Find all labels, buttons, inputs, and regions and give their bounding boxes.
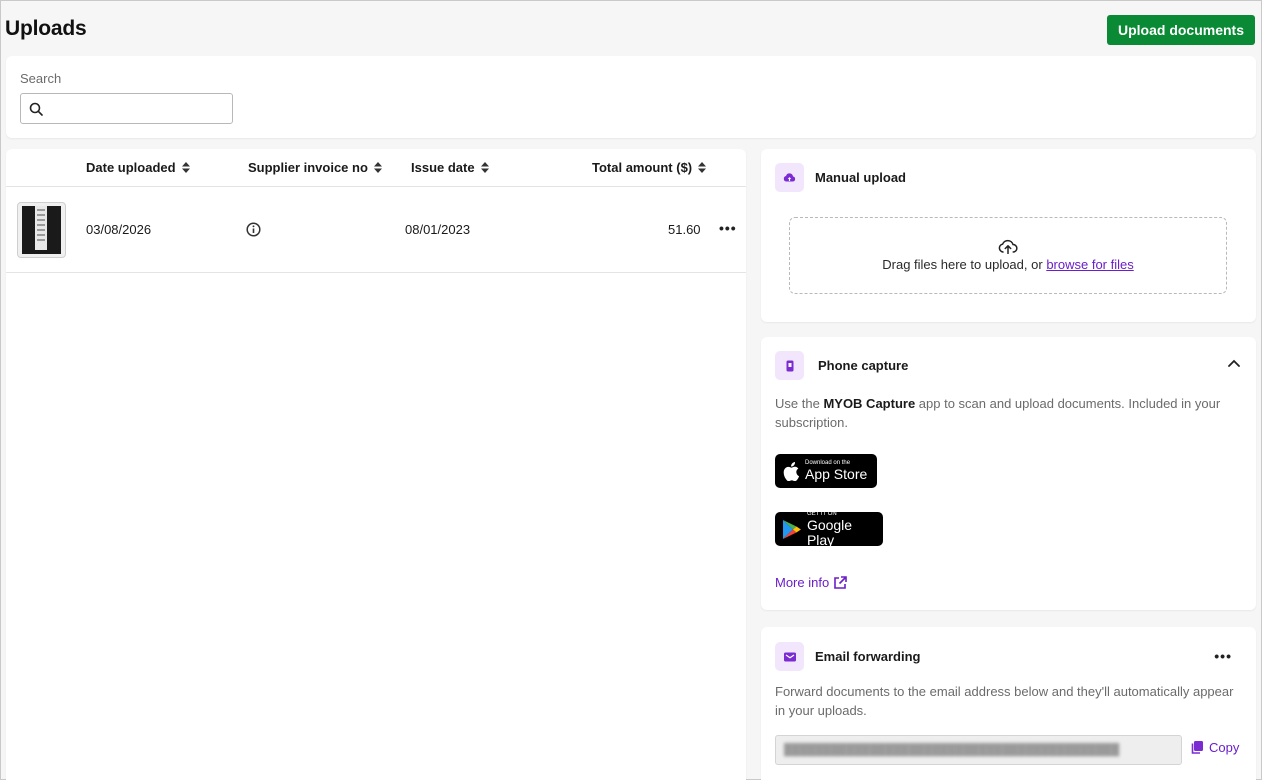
app-name: MYOB Capture	[823, 396, 916, 411]
column-label: Issue date	[411, 160, 475, 175]
cloud-upload-icon	[998, 239, 1018, 254]
dropzone-label: Drag files here to upload, or	[882, 257, 1043, 272]
upload-documents-button[interactable]: Upload documents	[1106, 15, 1255, 45]
google-play-big-text: Google Play	[806, 516, 853, 548]
page-title: Uploads	[5, 17, 87, 40]
sort-icon	[698, 162, 707, 173]
copy-button[interactable]: Copy	[1190, 740, 1239, 755]
search-input[interactable]	[49, 98, 227, 119]
desc-prefix: Use the	[775, 396, 820, 411]
more-info-link[interactable]: More info	[775, 575, 848, 590]
table-row[interactable]: 03/08/2026 08/01/2023 51.60 •••	[6, 187, 746, 273]
phone-icon	[775, 351, 804, 380]
app-store-big-text: App Store	[805, 466, 868, 482]
redacted-email-value: ████████████████████████████████████████…	[784, 744, 1120, 756]
forwarding-email-field[interactable]: ████████████████████████████████████████…	[775, 735, 1182, 765]
column-label: Total amount ($)	[592, 160, 693, 175]
envelope-icon	[775, 642, 804, 671]
more-info-label: More info	[775, 575, 830, 590]
copy-icon	[1191, 741, 1203, 754]
page-header: Uploads Upload documents	[5, 15, 1255, 47]
phone-capture-card: Phone capture Use the MYOB Capture app t…	[761, 337, 1256, 610]
email-forwarding-description: Forward documents to the email address b…	[775, 684, 1234, 718]
info-icon[interactable]	[246, 222, 261, 237]
google-play-icon	[782, 519, 801, 539]
browse-files-link[interactable]: browse for files	[1046, 257, 1133, 272]
search-label: Search	[20, 71, 62, 86]
column-label: Date uploaded	[86, 160, 176, 175]
cell-date-uploaded: 03/08/2026	[86, 222, 152, 237]
sort-icon	[181, 162, 190, 173]
google-play-button[interactable]: GET IT ON Google Play	[775, 511, 883, 548]
copy-label: Copy	[1209, 740, 1240, 755]
app-store-button[interactable]: Download on the App Store	[775, 454, 877, 488]
cell-issue-date: 08/01/2023	[405, 222, 471, 237]
email-forwarding-title: Email forwarding	[815, 649, 921, 664]
sort-icon	[480, 162, 489, 173]
sort-icon	[373, 162, 382, 173]
search-icon	[29, 102, 43, 116]
uploads-table: Date uploaded Supplier invoice no Issue …	[6, 149, 746, 780]
search-panel: Search	[6, 56, 1256, 138]
column-label: Supplier invoice no	[248, 160, 368, 175]
table-header: Date uploaded Supplier invoice no Issue …	[6, 149, 746, 187]
column-date-uploaded[interactable]: Date uploaded	[86, 160, 190, 175]
dropzone-text: Drag files here to upload, or browse for…	[790, 257, 1226, 272]
document-thumbnail[interactable]	[17, 202, 66, 258]
upload-cloud-icon	[775, 163, 804, 192]
external-link-icon	[834, 575, 848, 589]
phone-capture-description: Use the MYOB Capture app to scan and upl…	[775, 394, 1235, 432]
row-more-options-icon[interactable]: •••	[719, 220, 737, 236]
email-forwarding-card: Email forwarding ••• Forward documents t…	[761, 627, 1256, 780]
chevron-up-icon[interactable]	[1228, 359, 1240, 367]
manual-upload-title: Manual upload	[815, 170, 906, 185]
search-field[interactable]	[20, 93, 233, 124]
column-total-amount[interactable]: Total amount ($)	[592, 160, 707, 175]
phone-capture-title: Phone capture	[818, 358, 909, 373]
file-dropzone[interactable]: Drag files here to upload, or browse for…	[789, 217, 1227, 294]
column-supplier-invoice-no[interactable]: Supplier invoice no	[248, 160, 382, 175]
email-more-options-icon[interactable]: •••	[1214, 648, 1232, 664]
cell-total-amount: 51.60	[668, 222, 701, 237]
apple-icon	[783, 461, 799, 481]
manual-upload-card: Manual upload Drag files here to upload,…	[761, 149, 1256, 322]
column-issue-date[interactable]: Issue date	[411, 160, 489, 175]
